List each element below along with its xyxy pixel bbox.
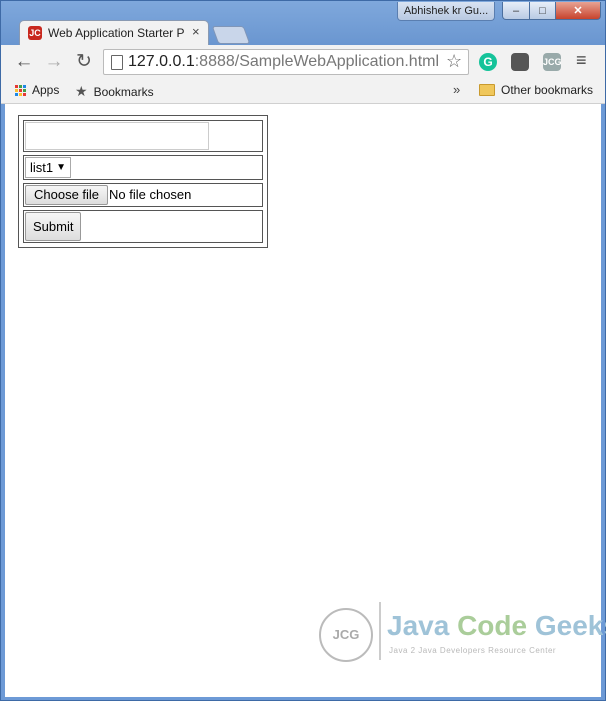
star-icon: ★ bbox=[75, 83, 88, 99]
tab-close-icon[interactable]: × bbox=[192, 24, 200, 39]
bookmark-star-icon[interactable]: ☆ bbox=[446, 51, 462, 72]
form-row-submit: Submit bbox=[23, 210, 263, 243]
page-content: list1 ▼ Choose file No file chosen Submi… bbox=[5, 104, 606, 697]
bookmarks-overflow-icon[interactable]: » bbox=[453, 82, 460, 97]
favicon-icon: JC bbox=[28, 26, 42, 40]
jcg-logo-icon: JCG bbox=[319, 608, 373, 662]
watermark: JCG Java Code Geeks Java 2 Java Develope… bbox=[315, 594, 606, 664]
menu-icon[interactable]: ≡ bbox=[576, 50, 587, 71]
bookmark-bookmarks[interactable]: ★ Bookmarks bbox=[75, 83, 154, 100]
other-bookmarks-label: Other bookmarks bbox=[501, 83, 594, 97]
back-icon[interactable]: ← bbox=[13, 51, 35, 73]
jcg-extension-icon[interactable]: JCG bbox=[543, 53, 562, 71]
bookmark-apps[interactable]: Apps bbox=[15, 83, 59, 97]
form-row-file: Choose file No file chosen bbox=[23, 183, 263, 207]
url-path: :8888/SampleWebApplication.html bbox=[194, 53, 440, 70]
folder-icon bbox=[479, 84, 495, 96]
watermark-title: Java Code Geeks bbox=[387, 610, 606, 642]
grammarly-extension-icon[interactable]: G bbox=[479, 53, 497, 71]
apps-grid-icon bbox=[15, 84, 26, 96]
list-selected-value: list1 bbox=[30, 160, 54, 175]
form-table: list1 ▼ Choose file No file chosen Submi… bbox=[18, 115, 268, 248]
extension-icon[interactable] bbox=[511, 53, 529, 71]
url-host: 127.0.0.1 bbox=[128, 53, 195, 70]
new-tab-button[interactable] bbox=[211, 26, 251, 44]
close-window-button[interactable]: ✕ bbox=[555, 2, 601, 20]
watermark-title-code: Code bbox=[457, 610, 535, 641]
reload-icon[interactable]: ↻ bbox=[73, 51, 95, 73]
title-bar: Abhishek kr Gu... – □ ✕ JC Web Applicati… bbox=[1, 1, 605, 46]
tab-active[interactable]: JC Web Application Starter P × bbox=[19, 20, 209, 46]
form-row-list: list1 ▼ bbox=[23, 155, 263, 180]
watermark-title-java: Java bbox=[387, 610, 458, 641]
url-text: 127.0.0.1:8888/SampleWebApplication.html bbox=[128, 53, 439, 71]
watermark-title-geeks: Geeks bbox=[534, 610, 606, 641]
form-row-text bbox=[23, 120, 263, 152]
choose-file-button[interactable]: Choose file bbox=[25, 185, 109, 205]
tab-title: Web Application Starter P bbox=[48, 26, 185, 40]
watermark-divider bbox=[379, 602, 381, 660]
dropdown-arrow-icon: ▼ bbox=[56, 162, 66, 173]
bookmarks-label: Bookmarks bbox=[93, 84, 154, 99]
forward-icon[interactable]: → bbox=[43, 51, 65, 73]
bookmarks-bar: Apps ★ Bookmarks » Other bookmarks bbox=[1, 79, 605, 104]
apps-label: Apps bbox=[32, 83, 60, 97]
bookmark-other[interactable]: Other bookmarks bbox=[479, 83, 593, 97]
page-icon bbox=[111, 55, 123, 70]
file-status: No file chosen bbox=[109, 187, 192, 202]
submit-button[interactable]: Submit bbox=[25, 212, 82, 241]
browser-window: Abhishek kr Gu... – □ ✕ JC Web Applicati… bbox=[0, 0, 606, 701]
watermark-subtitle: Java 2 Java Developers Resource Center bbox=[389, 646, 557, 655]
address-bar[interactable]: 127.0.0.1:8888/SampleWebApplication.html… bbox=[103, 49, 469, 75]
toolbar: ← → ↻ 127.0.0.1:8888/SampleWebApplicatio… bbox=[1, 45, 605, 79]
minimize-button[interactable]: – bbox=[502, 2, 530, 20]
user-profile-badge[interactable]: Abhishek kr Gu... bbox=[397, 2, 495, 21]
text-input[interactable] bbox=[25, 122, 209, 150]
list-select[interactable]: list1 ▼ bbox=[25, 157, 71, 178]
maximize-button[interactable]: □ bbox=[529, 2, 556, 20]
